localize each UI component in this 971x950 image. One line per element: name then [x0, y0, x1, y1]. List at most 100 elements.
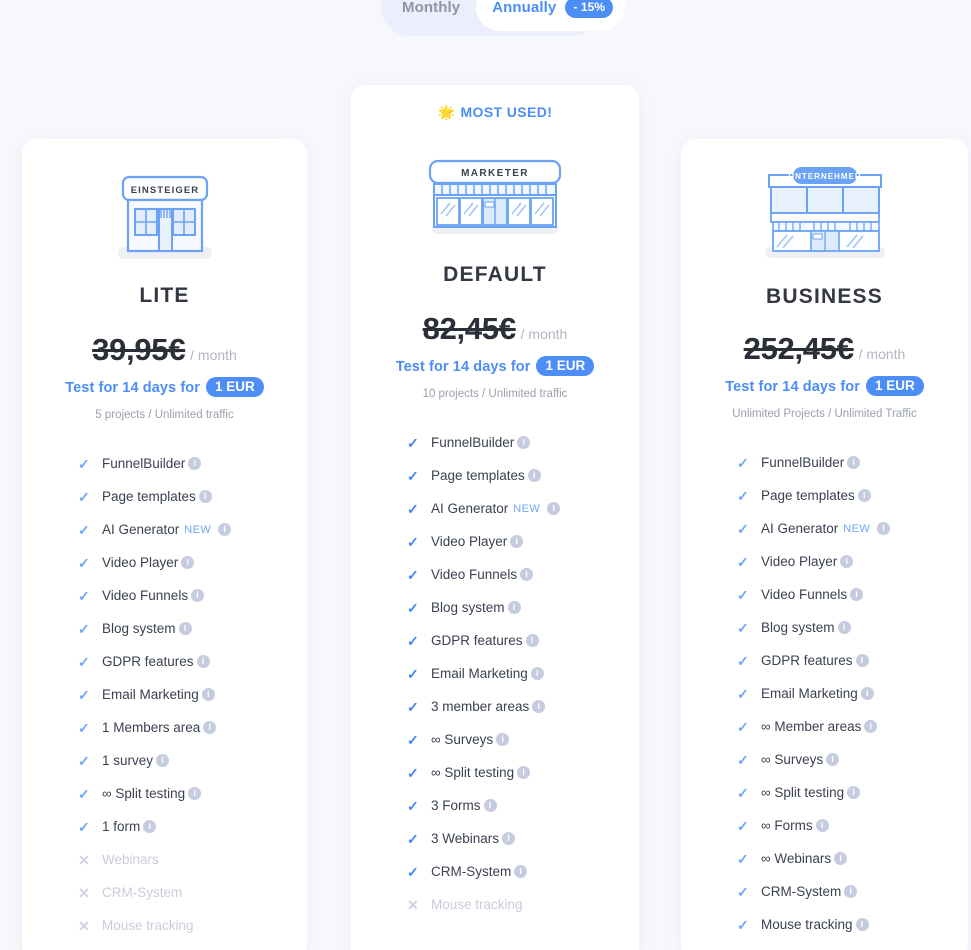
pricing-card-default[interactable]: 🌟 MOST USED! MARKETER DEFAULT 82,45€ / m… — [351, 85, 639, 950]
check-icon: ✓ — [78, 620, 90, 637]
check-icon: ✓ — [407, 467, 419, 484]
info-icon[interactable]: i — [178, 622, 192, 635]
info-icon[interactable]: i — [510, 535, 524, 548]
info-icon[interactable]: i — [847, 786, 861, 799]
feature-label: ∞ Forms — [761, 818, 813, 833]
pricing-card-lite[interactable]: EINSTEIGER LITE 39,95€ / month Test for 1… — [22, 139, 307, 950]
cross-icon: ✕ — [407, 896, 419, 913]
check-icon: ✓ — [407, 434, 419, 451]
check-icon: ✓ — [78, 587, 90, 604]
check-icon: ✓ — [737, 718, 749, 735]
feature-label: Page templates — [431, 468, 525, 483]
info-icon[interactable]: i — [855, 918, 869, 931]
info-icon[interactable]: i — [837, 621, 851, 634]
check-icon: ✓ — [737, 586, 749, 603]
price-row-business: 252,45€ / month — [681, 331, 968, 367]
info-icon[interactable]: i — [850, 588, 864, 601]
feature-row: ✕ Mouse tracking — [407, 888, 639, 921]
info-icon[interactable]: i — [520, 568, 534, 581]
check-icon: ✓ — [407, 698, 419, 715]
plan-note-business: Unlimited Projects / Unlimited Traffic — [732, 408, 917, 420]
cross-icon: ✕ — [78, 851, 90, 868]
info-icon[interactable]: i — [840, 555, 854, 568]
info-icon[interactable]: i — [203, 721, 217, 734]
info-icon[interactable]: i — [517, 436, 531, 449]
info-icon[interactable]: i — [514, 865, 528, 878]
trial-cta-lite[interactable]: Test for 14 days for 1 EUR — [22, 377, 307, 397]
feature-row: ✓ CRM-System i — [737, 875, 968, 908]
feature-label: Email Marketing — [431, 666, 528, 681]
info-icon[interactable]: i — [188, 787, 202, 800]
feature-row: ✓ CRM-System i — [407, 855, 639, 888]
info-icon[interactable]: i — [855, 654, 869, 667]
trial-cta-text-lite: Test for 14 days for — [65, 380, 200, 396]
info-icon[interactable]: i — [507, 601, 521, 614]
feature-label: FunnelBuilder — [102, 456, 186, 471]
price-period-default: / month — [520, 326, 568, 342]
info-icon[interactable]: i — [156, 754, 170, 767]
check-icon: ✓ — [407, 830, 419, 847]
feature-row: ✕ CRM-System — [78, 876, 307, 909]
info-icon[interactable]: i — [517, 766, 531, 779]
info-icon[interactable]: i — [191, 589, 205, 602]
info-icon[interactable]: i — [181, 556, 195, 569]
toggle-option-monthly[interactable]: Monthly — [386, 0, 476, 31]
trial-cta-default[interactable]: Test for 14 days for 1 EUR — [351, 356, 639, 376]
info-icon[interactable]: i — [547, 502, 561, 515]
info-icon[interactable]: i — [847, 456, 861, 469]
info-icon[interactable]: i — [815, 819, 829, 832]
check-icon: ✓ — [78, 653, 90, 670]
info-icon[interactable]: i — [844, 885, 858, 898]
check-icon: ✓ — [407, 764, 419, 781]
info-icon[interactable]: i — [525, 634, 539, 647]
feature-row: ✓ Video Funnels i — [78, 579, 307, 612]
billing-period-toggle[interactable]: Monthly Annually - 15% — [381, 0, 626, 36]
feature-label: Blog system — [761, 620, 835, 635]
trial-price-badge-lite: 1 EUR — [205, 377, 264, 397]
info-icon[interactable]: i — [198, 490, 212, 503]
info-icon[interactable]: i — [218, 523, 232, 536]
info-icon[interactable]: i — [143, 820, 157, 833]
feature-label: 3 Webinars — [431, 831, 500, 846]
check-icon: ✓ — [407, 566, 419, 583]
feature-label: Mouse tracking — [431, 897, 523, 912]
info-icon[interactable]: i — [864, 720, 878, 733]
pricing-card-business[interactable]: UNTERNEHMER BUSINESS 252,45€ / month Tes… — [681, 139, 968, 950]
check-icon: ✓ — [407, 665, 419, 682]
info-icon[interactable]: i — [860, 687, 874, 700]
info-icon[interactable]: i — [527, 469, 541, 482]
check-icon: ✓ — [78, 818, 90, 835]
feature-label: GDPR features — [102, 654, 194, 669]
feature-row: ✓ ∞ Split testing i — [737, 776, 968, 809]
feature-row: ✓ ∞ Split testing i — [78, 777, 307, 810]
info-icon[interactable]: i — [826, 753, 840, 766]
info-icon[interactable]: i — [201, 688, 215, 701]
feature-label: Page templates — [102, 489, 196, 504]
feature-label: GDPR features — [761, 653, 853, 668]
info-icon[interactable]: i — [834, 852, 848, 865]
feature-row: ✓ ∞ Webinars i — [737, 842, 968, 875]
check-icon: ✓ — [737, 817, 749, 834]
info-icon[interactable]: i — [530, 667, 544, 680]
feature-row: ✓ ∞ Member areas i — [737, 710, 968, 743]
info-icon[interactable]: i — [196, 655, 210, 668]
info-icon[interactable]: i — [877, 522, 891, 535]
info-icon[interactable]: i — [188, 457, 202, 470]
check-icon: ✓ — [737, 883, 749, 900]
info-icon[interactable]: i — [502, 832, 516, 845]
info-icon[interactable]: i — [857, 489, 871, 502]
feature-row: ✓ FunnelBuilder i — [407, 426, 639, 459]
feature-row: ✓ ∞ Surveys i — [737, 743, 968, 776]
feature-row: ✓ 3 Webinars i — [407, 822, 639, 855]
plan-icon-default: MARKETER — [351, 157, 639, 239]
info-icon[interactable]: i — [496, 733, 510, 746]
info-icon[interactable]: i — [483, 799, 497, 812]
toggle-option-annually[interactable]: Annually - 15% — [476, 0, 626, 31]
price-period-business: / month — [858, 346, 906, 362]
check-icon: ✓ — [737, 652, 749, 669]
discount-badge: - 15% — [565, 0, 614, 18]
storefront-small-icon: EINSTEIGER — [117, 175, 212, 259]
feature-row: ✓ ∞ Surveys i — [407, 723, 639, 756]
info-icon[interactable]: i — [532, 700, 546, 713]
trial-cta-business[interactable]: Test for 14 days for 1 EUR — [681, 376, 968, 396]
